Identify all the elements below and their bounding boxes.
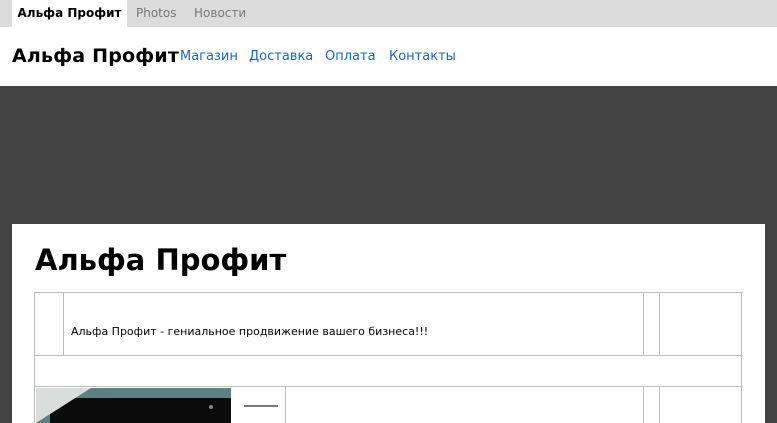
photo-thumbnail[interactable] xyxy=(36,388,231,423)
content-card: Альфа Профит Альфа Профит - гениальное п… xyxy=(12,224,765,423)
tab-news[interactable]: Новости xyxy=(194,0,246,27)
tab-photos[interactable]: Photos xyxy=(136,0,176,27)
table-border-row1 xyxy=(34,355,743,356)
table-border-col4 xyxy=(285,386,286,423)
nav-link-shop[interactable]: Магазин xyxy=(180,49,238,64)
thumbnail-dot xyxy=(209,405,213,409)
tiny-text-placeholder xyxy=(244,405,278,407)
nav-link-delivery[interactable]: Доставка xyxy=(249,49,313,64)
table-border-row2 xyxy=(34,386,743,387)
table-border-right xyxy=(741,292,742,423)
site-logo[interactable]: Альфа Профит xyxy=(12,45,179,67)
table-border-top xyxy=(34,292,743,293)
table-border-col5 xyxy=(643,386,644,423)
site-header: Альфа Профит Магазин Доставка Оплата Кон… xyxy=(0,27,777,86)
table-border-col3 xyxy=(659,292,660,356)
slogan-text: Альфа Профит - гениальное продвижение ва… xyxy=(71,325,429,338)
table-border-col6 xyxy=(659,386,660,423)
tab-alfa-profit[interactable]: Альфа Профит xyxy=(12,0,127,27)
thumbnail-highlight xyxy=(36,388,91,423)
nav-link-payment[interactable]: Оплата xyxy=(325,49,376,64)
table-border-col1 xyxy=(63,292,64,356)
top-tab-bar: Альфа Профит Photos Новости xyxy=(0,0,777,27)
nav-link-contacts[interactable]: Контакты xyxy=(389,49,456,64)
table-border-left xyxy=(34,292,35,423)
page-title: Альфа Профит xyxy=(35,243,287,277)
table-border-col2 xyxy=(643,292,644,356)
